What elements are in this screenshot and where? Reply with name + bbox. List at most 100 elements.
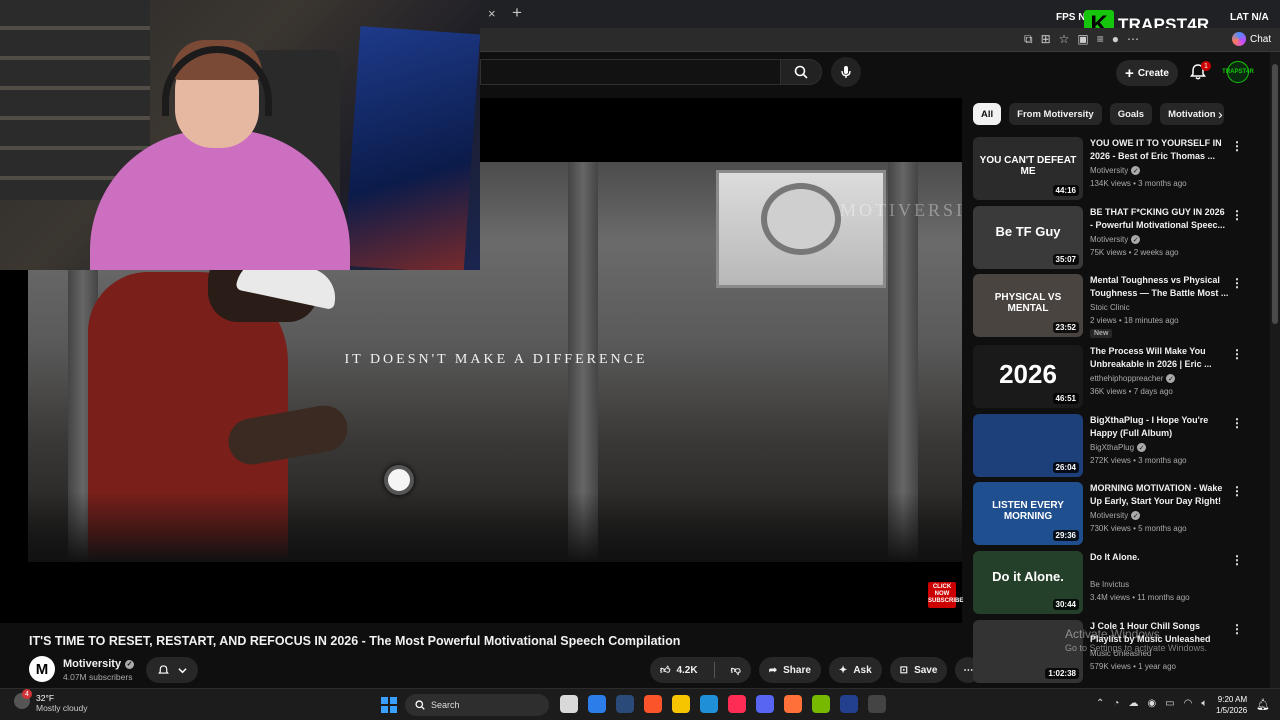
video-thumbnail[interactable]: PHYSICAL VS MENTAL 23:52	[973, 274, 1083, 337]
scrollbar-thumb[interactable]	[1272, 64, 1278, 324]
video-caption: IT DOESN'T MAKE A DIFFERENCE	[344, 352, 648, 367]
more-vertical-icon[interactable]: ⋮	[1231, 347, 1243, 361]
chip-goals[interactable]: Goals	[1109, 103, 1153, 125]
recommended-video[interactable]: 2026 46:51 The Process Will Make You Unbre…	[973, 345, 1258, 411]
channel-name[interactable]: Motiversity ✓	[1090, 511, 1141, 520]
video-title[interactable]: Mental Toughness vs Physical Toughness —…	[1090, 274, 1230, 300]
save-button[interactable]: ⊡ Save	[889, 657, 948, 683]
search-input[interactable]	[480, 59, 780, 85]
more-vertical-icon[interactable]: ⋮	[1231, 276, 1243, 290]
taskbar-app-icon[interactable]	[672, 695, 690, 713]
subscribe-watermark-badge[interactable]: CLICK NOW SUBSCRIBE	[928, 582, 963, 608]
channel-name[interactable]: Stoic Clinic	[1090, 303, 1130, 312]
taskbar-app-icon[interactable]	[644, 695, 662, 713]
taskbar-app-icon[interactable]	[812, 695, 830, 713]
taskbar-app-icon[interactable]	[700, 695, 718, 713]
taskbar-app-icon[interactable]	[728, 695, 746, 713]
taskbar-app-icon[interactable]	[784, 695, 802, 713]
channel-name[interactable]: Motiversity ✓	[1090, 166, 1141, 175]
taskbar-app-icon[interactable]	[840, 695, 858, 713]
video-thumbnail[interactable]: 2026 46:51	[973, 345, 1083, 408]
monitor-icon[interactable]: ▭	[1165, 698, 1174, 709]
volume-icon[interactable]: 🔈︎	[1201, 698, 1207, 709]
video-thumbnail[interactable]: Do it Alone. 30:44	[973, 551, 1083, 614]
taskbar-app-icon[interactable]	[868, 695, 886, 713]
recommended-video[interactable]: 26:04 BigXthaPlug - I Hope You're Happy (…	[973, 414, 1258, 480]
video-thumbnail[interactable]: 26:04	[973, 414, 1083, 477]
search-button[interactable]	[780, 59, 822, 85]
more-vertical-icon[interactable]: ⋮	[1231, 416, 1243, 430]
channel-name[interactable]: etthehiphoppreacher ✓	[1090, 374, 1176, 383]
wifi-icon[interactable]: ◠	[1184, 698, 1193, 709]
chevron-right-icon[interactable]: ›	[1218, 106, 1223, 122]
channel-name[interactable]: Motiversity ✓	[63, 658, 135, 670]
video-thumbnail[interactable]: LISTEN EVERY MORNING 29:36	[973, 482, 1083, 545]
chip-motivation[interactable]: Motivation	[1160, 103, 1224, 125]
favorite-star-icon[interactable]: ☆	[1059, 32, 1070, 47]
video-actions: 👍︎ 4.2K 👎︎ ➦ Share ✦ Ask ⊡ Save ⋯	[650, 657, 982, 683]
network-icon[interactable]: ◉	[1147, 698, 1156, 709]
create-button[interactable]: + Create	[1116, 60, 1178, 86]
copilot-chat-button[interactable]: Chat	[1232, 32, 1271, 46]
favorites-bar-icon[interactable]: ≡	[1097, 32, 1104, 47]
recommended-video[interactable]: PHYSICAL VS MENTAL 23:52 Mental Toughness …	[973, 274, 1258, 340]
video-title[interactable]: MORNING MOTIVATION - Wake Up Early, Star…	[1090, 482, 1230, 508]
chevron-up-icon[interactable]: ⌃	[1096, 698, 1104, 709]
microphone-icon	[841, 66, 851, 78]
taskbar-search[interactable]: Search	[405, 694, 549, 716]
channel-name[interactable]: Be Invictus	[1090, 580, 1129, 589]
tray-app-icon[interactable]: ◔	[1113, 698, 1119, 709]
taskbar-app-icon[interactable]	[756, 695, 774, 713]
dislike-button[interactable]: 👎︎	[721, 657, 751, 683]
video-title[interactable]: BE THAT F*CKING GUY IN 2026 - Powerful M…	[1090, 206, 1230, 232]
notification-center-icon[interactable]: 🔔︎	[1256, 698, 1270, 711]
chip-all[interactable]: All	[973, 103, 1002, 125]
channel-name[interactable]: Motiversity ✓	[1090, 235, 1141, 244]
thumbnail-text: LISTEN EVERY MORNING	[992, 500, 1064, 522]
taskbar-clock[interactable]: 9:20 AM 1/5/2026	[1216, 694, 1247, 716]
webcam-overlay	[0, 0, 480, 270]
close-tab-icon[interactable]: ×	[488, 6, 496, 21]
search-icon	[415, 700, 425, 710]
video-title[interactable]: The Process Will Make You Unbreakable in…	[1090, 345, 1230, 371]
video-title[interactable]: Do It Alone.	[1090, 551, 1230, 564]
video-thumbnail[interactable]: YOU CAN'T DEFEAT ME 44:16	[973, 137, 1083, 200]
ask-button[interactable]: ✦ Ask	[828, 657, 882, 683]
windows-start-icon[interactable]	[381, 697, 397, 713]
more-vertical-icon[interactable]: ⋮	[1231, 139, 1243, 153]
verified-badge-icon: ✓	[125, 659, 135, 669]
split-view-icon[interactable]: ⊞	[1041, 32, 1051, 47]
taskbar-app-icon[interactable]	[560, 695, 578, 713]
voice-search-button[interactable]	[831, 57, 861, 87]
recommended-video[interactable]: Be TF Guy 35:07 BE THAT F*CKING GUY IN 202…	[973, 206, 1258, 272]
recommended-video[interactable]: LISTEN EVERY MORNING 29:36 MORNING MOTIVAT…	[973, 482, 1258, 548]
video-thumbnail[interactable]: Be TF Guy 35:07	[973, 206, 1083, 269]
taskbar-app-icon[interactable]	[588, 695, 606, 713]
recommended-video[interactable]: YOU CAN'T DEFEAT ME 44:16 YOU OWE IT TO YO…	[973, 137, 1258, 203]
more-vertical-icon[interactable]: ⋮	[1231, 484, 1243, 498]
recommended-video[interactable]: Do it Alone. 30:44 Do It Alone. Be Invictus…	[973, 551, 1258, 617]
collections-icon[interactable]: ▣	[1077, 32, 1088, 47]
notification-settings-button[interactable]	[146, 657, 198, 683]
system-tray: ⌃ ◔ ☁ ◉ ▭ ◠ 🔈︎	[1096, 698, 1207, 709]
weather-widget[interactable]: 4 32°F Mostly cloudy	[14, 689, 88, 713]
scene-crowd-shadow	[28, 492, 962, 562]
like-button[interactable]: 👍︎ 4.2K	[650, 657, 708, 683]
cloud-tray-icon[interactable]: ☁	[1128, 698, 1138, 709]
channel-name[interactable]: BigXthaPlug ✓	[1090, 443, 1147, 452]
video-title[interactable]: YOU OWE IT TO YOURSELF IN 2026 - Best of…	[1090, 137, 1230, 163]
more-vertical-icon[interactable]: ⋮	[1231, 553, 1243, 567]
more-vertical-icon[interactable]: ⋮	[1231, 208, 1243, 222]
page-scrollbar[interactable]	[1270, 52, 1280, 688]
profile-icon[interactable]: ●	[1112, 32, 1119, 47]
taskbar-app-icon[interactable]	[616, 695, 634, 713]
account-avatar[interactable]: TRAPST4R	[1222, 61, 1254, 83]
new-tab-button[interactable]: +	[512, 3, 522, 23]
extension-icon[interactable]: ⧉	[1024, 32, 1033, 47]
video-watermark: MOTIVERSITY	[840, 200, 962, 220]
share-button[interactable]: ➦ Share	[758, 657, 821, 683]
chip-from-motiversity[interactable]: From Motiversity	[1009, 103, 1102, 125]
more-options-icon[interactable]: ⋯	[1127, 32, 1139, 47]
video-title[interactable]: BigXthaPlug - I Hope You're Happy (Full …	[1090, 414, 1230, 440]
channel-avatar[interactable]: M	[29, 656, 55, 682]
